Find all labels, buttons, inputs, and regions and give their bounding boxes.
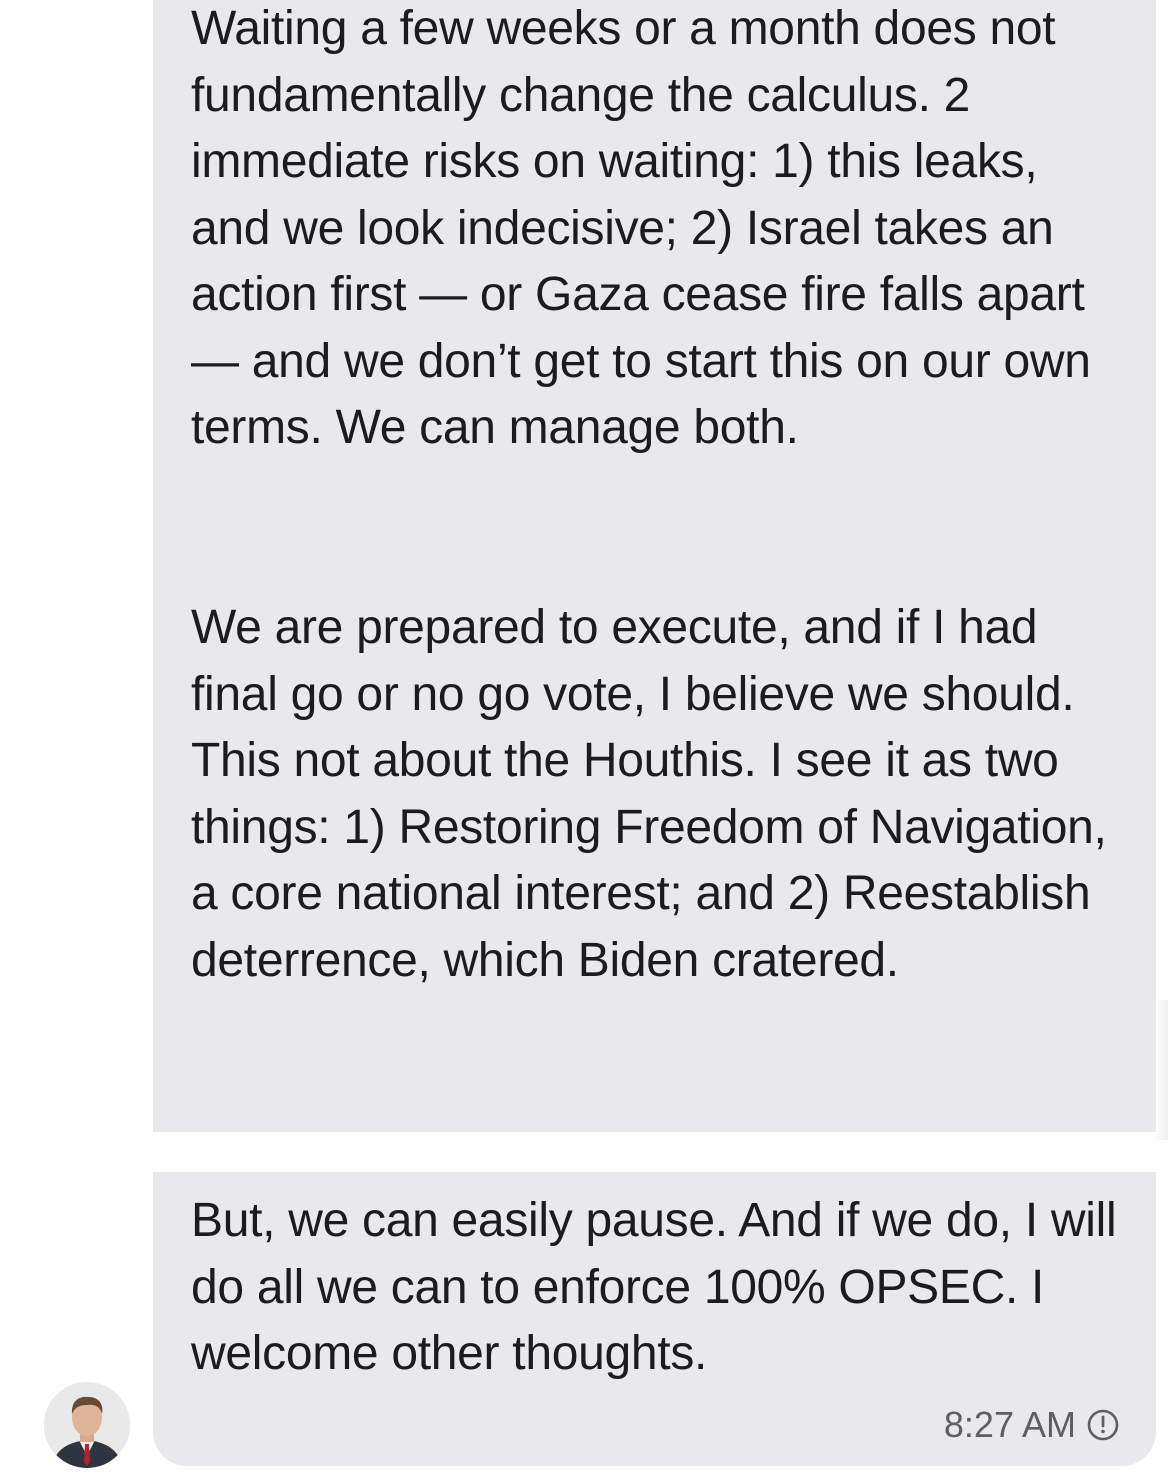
message-paragraph: But, we can easily pause. And if we do, … (191, 1194, 1117, 1380)
message-bubble[interactable]: Waiting a few weeks or a month does not … (153, 0, 1156, 1132)
message-paragraph: We are prepared to execute, and if I had… (191, 601, 1107, 987)
message-bubble[interactable]: But, we can easily pause. And if we do, … (153, 1172, 1156, 1466)
message-timestamp: 8:27 AM (944, 1404, 1120, 1446)
edge-shadow (1154, 1000, 1168, 1140)
message-paragraph: Waiting a few weeks or a month does not … (191, 2, 1091, 454)
clock-icon (1086, 1408, 1120, 1442)
avatar-photo (44, 1382, 130, 1468)
avatar[interactable] (44, 1382, 130, 1468)
timestamp-label: 8:27 AM (943, 1404, 1076, 1445)
